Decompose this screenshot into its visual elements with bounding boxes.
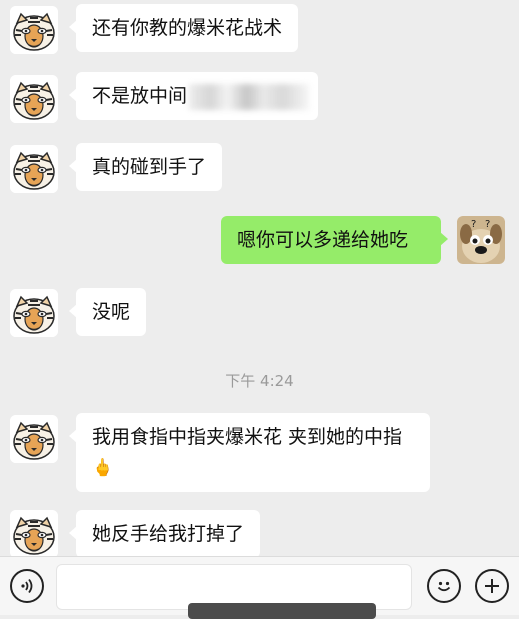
received-message-bubble[interactable]: 真的碰到手了 [68, 143, 223, 191]
toast-overlay [188, 603, 376, 619]
message-text: 没呢 [92, 301, 131, 323]
message-text: 还有你教的爆米花战术 [92, 17, 283, 39]
svg-text:?: ? [471, 219, 476, 230]
message-text: 不是放中间 [92, 85, 188, 107]
message-text: 我用食指中指夹爆米花 夹到她的中指 [92, 426, 403, 448]
tiger-avatar-icon[interactable] [10, 6, 58, 54]
tiger-avatar-icon[interactable] [10, 75, 58, 123]
message-text: 嗯你可以多递给她吃 [237, 229, 409, 251]
received-message-bubble[interactable]: 不是放中间 [69, 72, 318, 120]
received-message-bubble[interactable]: 还有你教的爆米花战术 [68, 4, 299, 52]
chat-area[interactable]: 还有你教的爆米花战术 不是放中间 真的碰到手了 嗯你可以多递给她吃 ? ? 没呢… [0, 0, 519, 556]
tiger-avatar-icon[interactable] [10, 145, 58, 193]
tiger-avatar-icon[interactable] [10, 510, 58, 556]
redacted-text [189, 83, 310, 110]
emoji-icon[interactable] [427, 569, 461, 603]
message-timestamp: 下午 4:24 [225, 372, 294, 390]
svg-text:?: ? [485, 219, 490, 230]
received-message-bubble[interactable]: 没呢 [68, 288, 147, 336]
tiger-avatar-icon[interactable] [10, 415, 58, 463]
add-icon[interactable] [475, 569, 509, 603]
voice-icon[interactable] [10, 569, 44, 603]
dog-avatar-icon[interactable]: ? ? [457, 216, 505, 264]
middle-finger-emoji: 🖕 [92, 458, 114, 478]
sent-message-bubble[interactable]: 嗯你可以多递给她吃 [221, 216, 448, 264]
tiger-avatar-icon[interactable] [10, 289, 58, 337]
message-text: 她反手给我打掉了 [92, 523, 245, 545]
message-text: 真的碰到手了 [92, 156, 207, 178]
received-message-bubble[interactable]: 她反手给我打掉了 [68, 510, 261, 556]
received-message-bubble[interactable]: 我用食指中指夹爆米花 夹到她的中指 🖕 [69, 413, 430, 492]
